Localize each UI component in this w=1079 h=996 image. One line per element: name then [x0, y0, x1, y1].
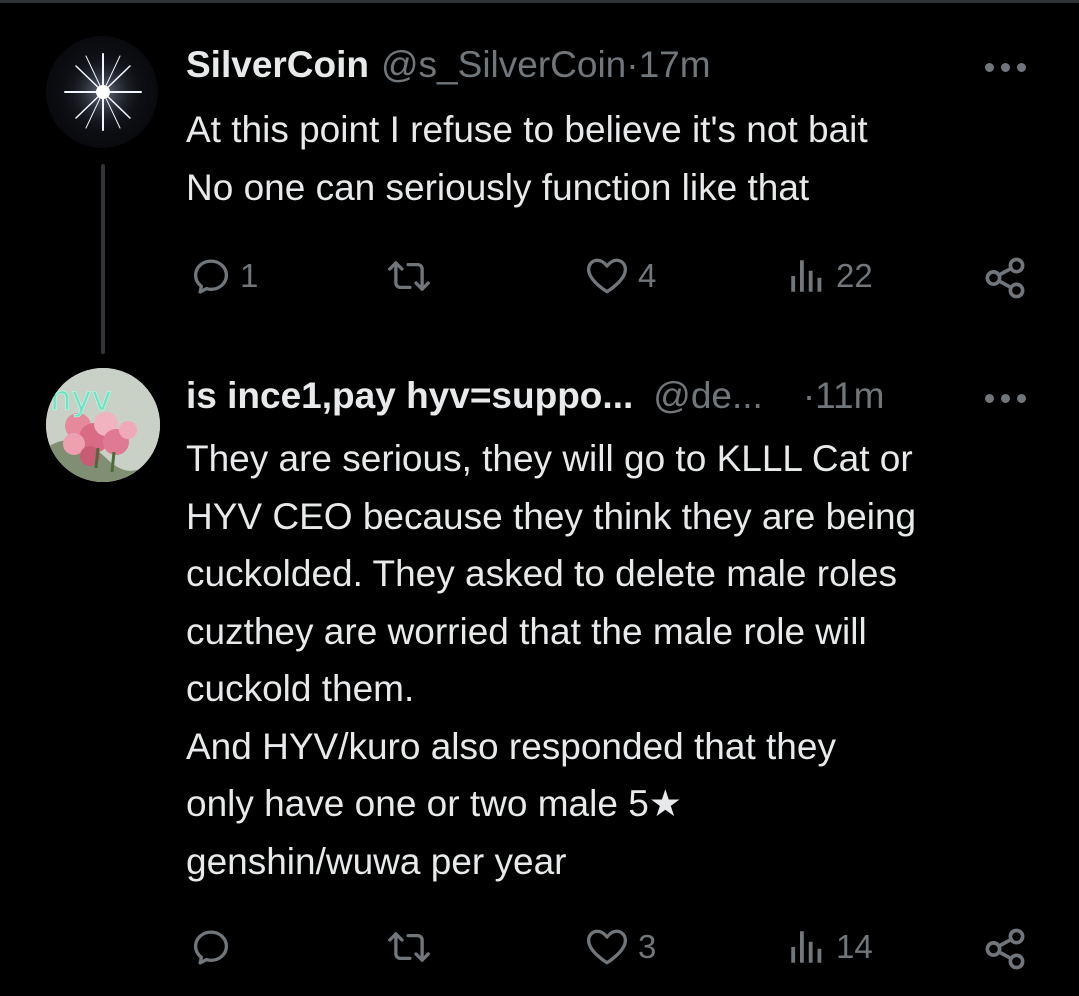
tweet-text-line: cuckolded. They asked to delete male rol… — [186, 553, 897, 594]
tweet-text-line: only have one or two male 5★ — [186, 783, 682, 824]
timestamp[interactable]: 11m — [815, 375, 884, 417]
views-button[interactable]: 14 — [786, 926, 873, 968]
reply-button[interactable] — [190, 926, 240, 968]
tweet-text-line: HYV CEO because they think they are bein… — [186, 495, 917, 537]
retweet-button[interactable] — [384, 926, 442, 968]
more-icon[interactable] — [985, 394, 1029, 406]
tweet-header: is ince1,pay hyv=suppo... @de... · 11m — [186, 375, 884, 417]
more-icon[interactable] — [985, 63, 1029, 75]
user-handle[interactable]: @de... — [653, 375, 763, 417]
like-icon — [586, 929, 628, 965]
tweet-text: They are serious, they will go to KLLL C… — [186, 430, 916, 890]
views-icon — [791, 931, 822, 963]
tweet-text: At this point I refuse to believe it's n… — [186, 101, 868, 216]
retweet-icon — [388, 261, 430, 291]
share-button[interactable] — [982, 926, 1028, 972]
timestamp[interactable]: 17m — [639, 44, 711, 86]
tweet-text-line: genshin/wuwa per year — [186, 840, 567, 882]
avatar-label: hyv — [50, 379, 112, 419]
like-icon — [586, 258, 628, 294]
retweet-icon — [388, 932, 430, 962]
like-count: 3 — [638, 928, 657, 965]
avatar[interactable]: hyv — [46, 368, 160, 482]
reply-icon — [193, 930, 229, 965]
reply-button[interactable]: 1 — [190, 255, 258, 297]
display-name[interactable]: SilverCoin — [186, 44, 369, 86]
separator-dot: · — [802, 375, 816, 416]
thread-connector-line — [101, 164, 105, 354]
views-count: 14 — [836, 928, 873, 965]
star-sparkle-icon — [63, 52, 143, 132]
separator-dot: · — [626, 44, 639, 85]
user-handle[interactable]: @s_SilverCoin — [381, 44, 626, 86]
tweet-text-line: At this point I refuse to believe it's n… — [186, 109, 868, 150]
tweet-text-line: No one can seriously function like that — [186, 166, 810, 208]
tweet-header: SilverCoin @s_SilverCoin · 17m — [186, 44, 711, 86]
tweet-text-line: And HYV/kuro also responded that they — [186, 725, 836, 767]
like-button[interactable]: 4 — [584, 255, 656, 297]
views-icon — [791, 260, 822, 292]
share-button[interactable] — [982, 255, 1028, 301]
like-count: 4 — [638, 257, 657, 294]
reply-count: 1 — [240, 257, 259, 294]
tweet-text-line: cuzthey are worried that the male role w… — [186, 610, 867, 652]
avatar[interactable] — [46, 36, 158, 148]
tweet-text-line: cuckold them. — [186, 668, 415, 709]
top-divider — [0, 0, 1079, 3]
tweet-text-line: They are serious, they will go to KLLL C… — [186, 438, 913, 479]
retweet-button[interactable] — [384, 255, 442, 297]
reply-icon — [193, 259, 229, 294]
display-name[interactable]: is ince1,pay hyv=suppo... — [186, 375, 633, 417]
views-button[interactable]: 22 — [786, 255, 873, 297]
share-icon — [985, 257, 1025, 299]
flower-avatar-image: hyv — [46, 368, 160, 482]
views-count: 22 — [836, 257, 873, 294]
like-button[interactable]: 3 — [584, 926, 656, 968]
share-icon — [985, 928, 1025, 970]
